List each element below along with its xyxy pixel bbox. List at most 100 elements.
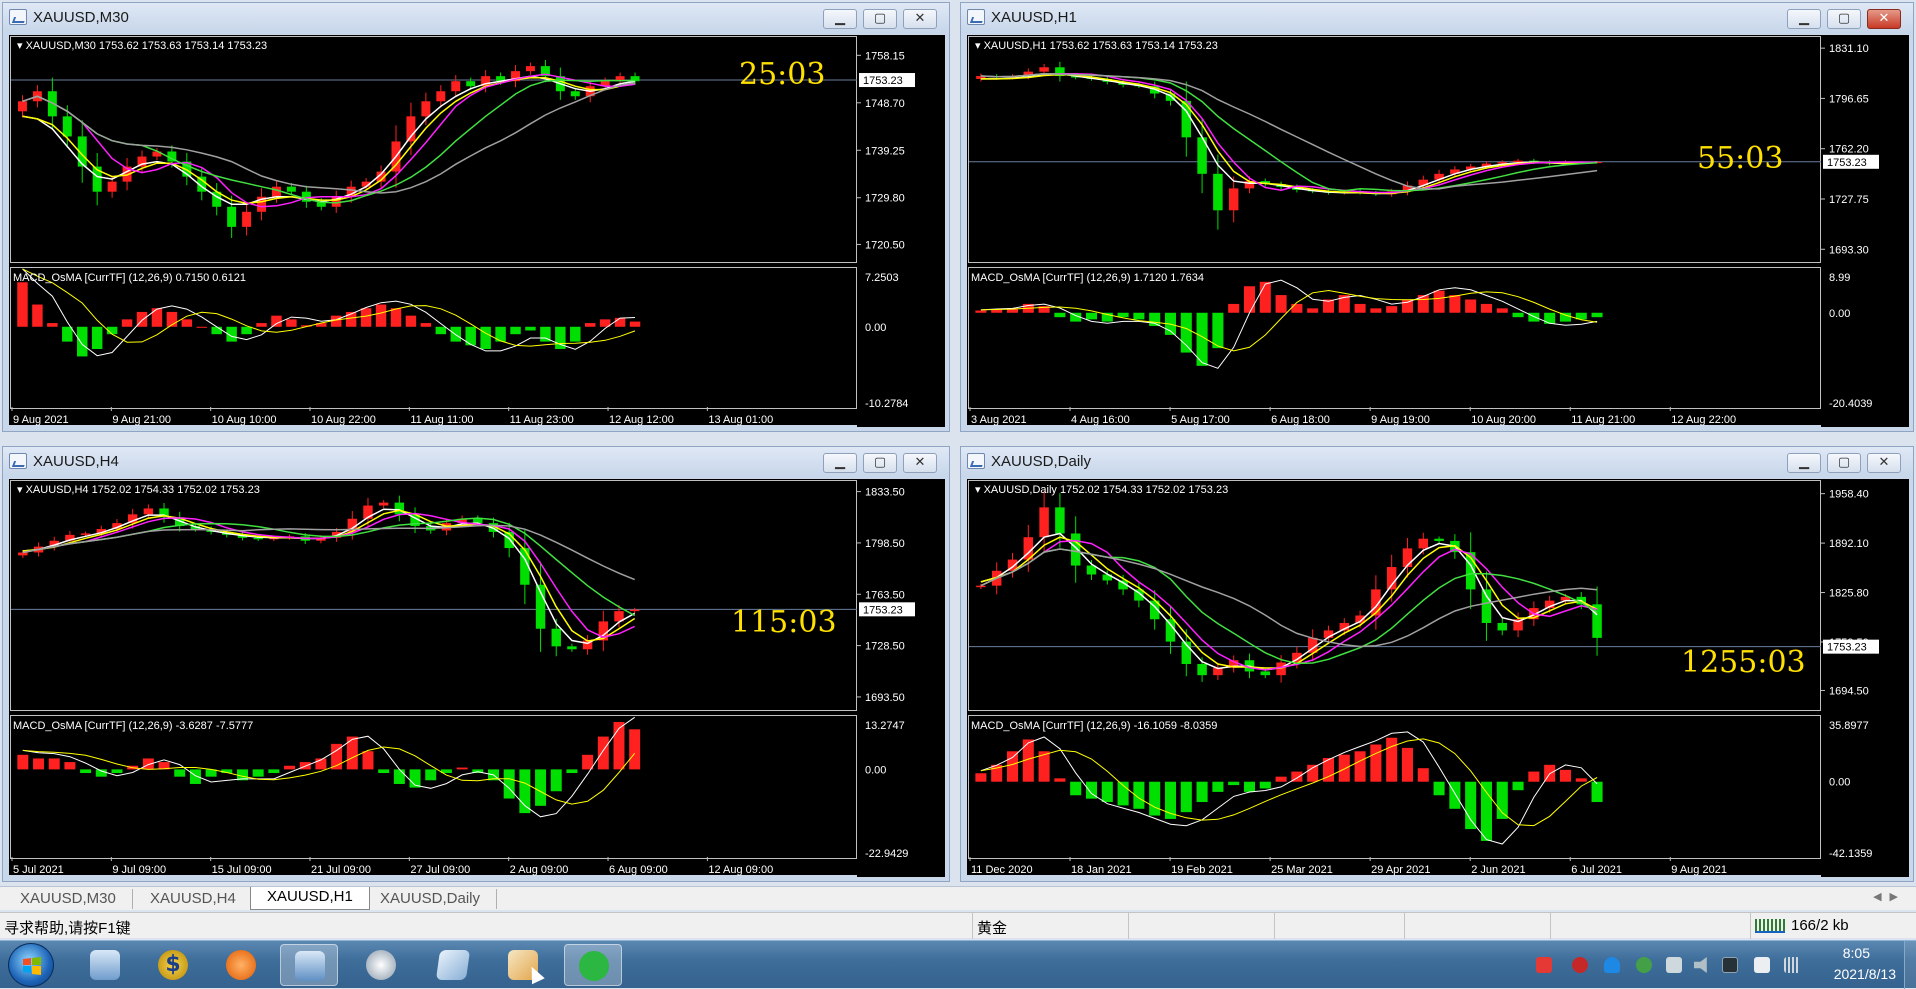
time-axis-label: 9 Aug 19:00 <box>1371 414 1430 426</box>
macd-bar <box>111 769 123 774</box>
macd-bar <box>1465 299 1477 313</box>
windows-taskbar: $ 8:05 2021/8/13 <box>0 940 1916 989</box>
taskbar-app-camera[interactable] <box>352 944 410 986</box>
display-icon[interactable] <box>1722 957 1738 973</box>
chart-plot-area[interactable]: ▾ XAUUSD,M30 1753.62 1753.63 1753.14 175… <box>9 35 945 427</box>
minimize-icon: ▁ <box>835 455 845 470</box>
maximize-button[interactable]: ▢ <box>863 9 897 29</box>
macd-axis-label: -42.1359 <box>1829 848 1872 860</box>
window-titlebar[interactable]: XAUUSD,H1 ▁ ▢ ✕ <box>961 3 1913 33</box>
candle <box>1592 586 1602 656</box>
taskbar-app-wechat[interactable] <box>564 944 622 986</box>
minimize-button[interactable]: ▁ <box>823 453 857 473</box>
close-button[interactable]: ✕ <box>1867 9 1901 29</box>
network-signal-icon[interactable] <box>1784 957 1800 973</box>
tab-xauusd-daily[interactable]: XAUUSD,Daily <box>364 889 498 909</box>
candle <box>1055 61 1065 82</box>
macd-bar <box>1528 312 1540 322</box>
chart-window-icon <box>9 9 27 25</box>
window-titlebar[interactable]: XAUUSD,M30 ▁ ▢ ✕ <box>3 3 949 33</box>
taskbar-app-notepad[interactable] <box>424 944 482 986</box>
window-titlebar[interactable]: XAUUSD,H4 ▁ ▢ ✕ <box>3 447 949 477</box>
taskbar-app-metatrader[interactable] <box>280 944 338 986</box>
chart-plot-area[interactable]: ▾ XAUUSD,H1 1753.62 1753.63 1753.14 1753… <box>967 35 1909 427</box>
macd-bar <box>1054 778 1066 782</box>
wechat-tray-icon[interactable] <box>1636 957 1652 973</box>
price-axis-label: 1694.50 <box>1829 685 1869 697</box>
candle <box>421 92 431 125</box>
macd-bar <box>570 326 581 342</box>
macd-bar <box>91 326 103 350</box>
chart-window-h1[interactable]: XAUUSD,H1 ▁ ▢ ✕ ▾ XAUUSD,H1 1753.62 1753… <box>960 2 1914 432</box>
candle <box>92 152 102 206</box>
macd-bar <box>1528 771 1540 782</box>
taskbar-clock-time[interactable]: 8:05 <box>1843 945 1870 961</box>
chart-window-icon <box>967 453 985 469</box>
tab-scroll-arrows[interactable]: ◀▶ <box>1873 890 1906 903</box>
orange-swirl-icon <box>226 950 256 980</box>
macd-bar <box>405 315 417 327</box>
macd-bar <box>284 765 296 770</box>
taskbar-app-network[interactable] <box>76 944 134 986</box>
close-button[interactable]: ✕ <box>903 453 937 473</box>
maximize-button[interactable]: ▢ <box>863 453 897 473</box>
tab-xauusd-m30[interactable]: XAUUSD,M30 <box>4 889 133 909</box>
candle <box>1228 176 1239 223</box>
status-empty-3 <box>1404 913 1550 939</box>
start-button[interactable] <box>8 943 54 987</box>
close-button[interactable]: ✕ <box>1867 453 1901 473</box>
macd-bar <box>975 310 987 313</box>
macd-bar <box>393 769 405 784</box>
macd-pane-frame <box>968 267 1821 409</box>
window-titlebar[interactable]: XAUUSD,Daily ▁ ▢ ✕ <box>961 447 1913 477</box>
chart-window-m30[interactable]: XAUUSD,M30 ▁ ▢ ✕ ▾ XAUUSD,M30 1753.62 17… <box>2 2 950 432</box>
minimize-button[interactable]: ▁ <box>823 9 857 29</box>
macd-bar <box>1559 769 1571 782</box>
macd-bar <box>1149 781 1161 816</box>
macd-bar <box>1243 286 1256 313</box>
taskbar-app-orange[interactable] <box>212 944 270 986</box>
chart-plot-area[interactable]: ▾ XAUUSD,H4 1752.02 1754.33 1752.02 1753… <box>9 479 945 877</box>
traffic-bars-icon <box>1755 919 1785 933</box>
tab-xauusd-h4[interactable]: XAUUSD,H4 <box>134 889 253 909</box>
macd-bar <box>1259 281 1271 313</box>
volume-icon[interactable] <box>1694 957 1707 973</box>
chart-window-h4[interactable]: XAUUSD,H4 ▁ ▢ ✕ ▾ XAUUSD,H4 1752.02 1754… <box>2 446 950 882</box>
maximize-button[interactable]: ▢ <box>1827 453 1861 473</box>
chart-window-daily[interactable]: XAUUSD,Daily ▁ ▢ ✕ ▾ XAUUSD,Daily 1752.0… <box>960 446 1914 882</box>
macd-axis-label: -22.9429 <box>865 848 908 860</box>
candle <box>242 203 252 236</box>
maximize-icon: ▢ <box>1837 455 1851 470</box>
macd-bar <box>360 308 372 327</box>
macd-header-text: MACD_OsMA [CurrTF] (12,26,9) -3.6287 -7.… <box>13 720 253 732</box>
minimize-button[interactable]: ▁ <box>1787 453 1821 473</box>
time-axis-label: 12 Aug 12:00 <box>609 414 674 426</box>
time-axis-label: 10 Aug 22:00 <box>311 414 376 426</box>
wps-icon[interactable] <box>1572 957 1588 973</box>
time-axis-label: 12 Aug 22:00 <box>1671 414 1736 426</box>
macd-bar <box>1180 312 1192 353</box>
security-shield-icon[interactable] <box>1604 957 1620 973</box>
price-axis-label: 1693.50 <box>865 692 905 704</box>
tab-xauusd-h1[interactable]: XAUUSD,H1 <box>250 887 370 910</box>
close-button[interactable]: ✕ <box>903 9 937 29</box>
taskbar-app-dollar[interactable]: $ <box>144 944 202 986</box>
macd-axis-label: 0.00 <box>865 322 886 334</box>
macd-bar <box>48 758 60 770</box>
macd-bar <box>1401 747 1414 782</box>
show-desktop-button[interactable] <box>1904 941 1916 989</box>
time-axis-label: 12 Aug 09:00 <box>708 864 773 876</box>
minimize-button[interactable]: ▁ <box>1787 9 1821 29</box>
macd-bar <box>1386 737 1398 782</box>
taskbar-clock-date[interactable]: 2021/8/13 <box>1834 966 1896 982</box>
macd-bar <box>181 319 193 327</box>
tray-tool-icon[interactable] <box>1666 957 1682 973</box>
maximize-button[interactable]: ▢ <box>1827 9 1861 29</box>
chart-tab-bar: XAUUSD,M30 XAUUSD,H4 XAUUSD,H1 XAUUSD,Daily… <box>0 886 1916 910</box>
sogou-input-icon[interactable] <box>1536 957 1552 973</box>
macd-bar <box>629 729 641 770</box>
macd-bar <box>1354 303 1366 313</box>
taskbar-app-paint[interactable] <box>494 944 552 986</box>
macd-axis-label: 0.00 <box>865 764 886 776</box>
power-icon[interactable] <box>1754 957 1770 973</box>
